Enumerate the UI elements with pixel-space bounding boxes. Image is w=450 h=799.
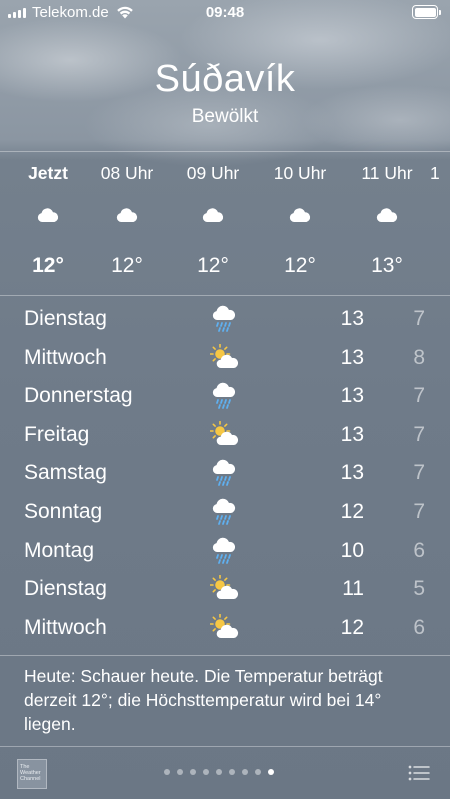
partly-sunny-icon [209, 343, 240, 372]
day-low-temp: 8 [413, 345, 425, 369]
today-summary: Heute: Schauer heute. Die Temperatur bet… [24, 666, 383, 734]
day-high-temp: 10 [340, 538, 364, 562]
page-dot[interactable] [203, 769, 209, 775]
page-dot[interactable] [255, 769, 261, 775]
day-low-temp: 7 [413, 384, 425, 408]
page-dot[interactable] [190, 769, 196, 775]
page-indicator[interactable] [164, 769, 274, 775]
day-high-temp: 12 [340, 615, 364, 639]
status-bar: Telekom.de 09:48 [0, 0, 450, 26]
day-name: Dienstag [24, 577, 107, 601]
cloud-icon [375, 206, 399, 224]
day-high-temp: 13 [340, 461, 364, 485]
hourly-forecast-strip[interactable]: Jetzt 12° 08 Uhr 12° 09 Uhr 12° 10 Uhr 12° 11 Uh… [0, 152, 450, 295]
rain-cloud-icon [210, 305, 240, 333]
day-low-temp: 7 [413, 461, 425, 485]
daily-row: Montag 10 6 [0, 532, 450, 570]
hourly-item: 09 Uhr 12° [168, 152, 258, 295]
day-high-temp: 13 [340, 422, 364, 446]
page-dot[interactable] [268, 769, 274, 775]
city-name: Súðavík [154, 58, 296, 100]
hourly-item: 08 Uhr 12° [82, 152, 172, 295]
day-high-temp: 13 [340, 345, 364, 369]
day-name: Mittwoch [24, 345, 107, 369]
divider [0, 655, 450, 656]
hourly-item: 11 Uhr 13° [342, 152, 432, 295]
day-name: Sonntag [24, 500, 103, 523]
day-name: Samstag [24, 461, 107, 485]
page-dot[interactable] [242, 769, 248, 775]
rain-cloud-icon [210, 382, 240, 410]
partly-sunny-icon [209, 613, 240, 642]
daily-row: Samstag 13 7 [0, 454, 450, 492]
day-name: Freitag [24, 422, 90, 446]
weather-channel-logo[interactable]: The Weather Channel [17, 759, 47, 789]
hour-temperature: 12° [284, 254, 316, 277]
day-low-temp: 7 [413, 307, 425, 330]
hour-temperature: 12° [32, 254, 64, 277]
logo-text: Channel [20, 776, 41, 782]
current-condition: Bewölkt [191, 106, 259, 127]
page-dot[interactable] [164, 769, 170, 775]
hourly-item: Jetzt 12° [3, 152, 93, 295]
page-dot[interactable] [229, 769, 235, 775]
day-low-temp: 7 [413, 422, 425, 446]
day-high-temp: 12 [340, 500, 364, 523]
day-high-temp: 13 [340, 384, 364, 408]
day-name: Mittwoch [24, 615, 107, 639]
hourly-item: 1 [430, 152, 450, 295]
hourly-item: 10 Uhr 12° [255, 152, 345, 295]
cloud-icon [115, 206, 139, 224]
battery-icon [412, 5, 441, 19]
day-low-temp: 7 [413, 500, 425, 523]
partly-sunny-icon [209, 574, 240, 603]
rain-cloud-icon [210, 498, 240, 526]
hour-label: 1 [430, 163, 440, 183]
hour-temperature: 12° [111, 254, 143, 277]
day-low-temp: 6 [413, 615, 425, 639]
partly-sunny-icon [209, 420, 240, 449]
hour-label: 11 Uhr [361, 163, 413, 183]
day-name: Dienstag [24, 307, 107, 330]
status-time: 09:48 [205, 4, 245, 21]
cloud-icon [201, 206, 225, 224]
divider [0, 746, 450, 747]
hour-label: 08 Uhr [100, 163, 154, 183]
day-low-temp: 5 [413, 577, 425, 601]
city-list-icon[interactable] [408, 764, 430, 782]
hour-temperature: 13° [371, 254, 403, 277]
rain-cloud-icon [210, 459, 240, 487]
page-dot[interactable] [177, 769, 183, 775]
hour-label: Jetzt [28, 163, 68, 183]
daily-row: Mittwoch 12 6 [0, 609, 450, 647]
hour-temperature: 12° [197, 254, 229, 277]
day-high-temp: 11 [342, 577, 364, 601]
daily-row: Donnerstag 13 7 [0, 377, 450, 415]
cloud-icon [36, 206, 60, 224]
cloud-icon [288, 206, 312, 224]
page-dot[interactable] [216, 769, 222, 775]
daily-row: Freitag 13 7 [0, 416, 450, 454]
daily-row: Sonntag 12 7 [0, 493, 450, 531]
hour-label: 09 Uhr [186, 163, 240, 183]
daily-row: Dienstag 13 7 [0, 300, 450, 338]
divider [0, 295, 450, 296]
rain-cloud-icon [210, 537, 240, 565]
day-low-temp: 6 [413, 538, 425, 562]
daily-row: Dienstag 11 5 [0, 570, 450, 608]
day-name: Montag [24, 538, 95, 562]
day-name: Donnerstag [24, 384, 133, 408]
daily-row: Mittwoch 13 8 [0, 339, 450, 377]
day-high-temp: 13 [340, 307, 364, 330]
hour-label: 10 Uhr [273, 163, 327, 183]
